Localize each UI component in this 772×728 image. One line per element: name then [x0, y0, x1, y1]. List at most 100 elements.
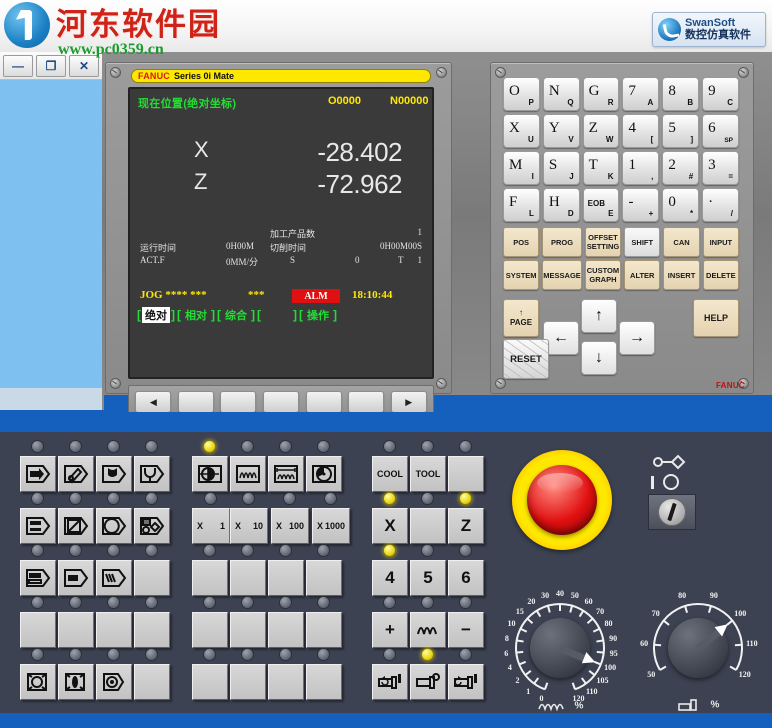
screen-softkey-absolute[interactable]: [绝对]	[136, 307, 176, 323]
mdi-fkey-offset[interactable]: OFFSET SETTING	[584, 227, 622, 257]
softkey-next-button[interactable]: ▶	[390, 391, 427, 413]
cnc-screen[interactable]: 现在位置(绝对坐标) O0000 N00000 X -28.402 Z -72.…	[128, 87, 434, 379]
axis-x-button[interactable]: X	[372, 508, 408, 544]
jog-rapid[interactable]	[192, 456, 228, 492]
minus-button[interactable]: −	[448, 612, 484, 648]
mdi-key-2[interactable]: 2 #	[662, 151, 700, 185]
mode-mdi[interactable]	[96, 456, 132, 492]
spindle-cw-button[interactable]	[448, 664, 484, 700]
mult-x10[interactable]: X 10	[230, 508, 268, 544]
mode-handle[interactable]	[134, 508, 170, 544]
mdi-key-eob[interactable]: EOB E	[582, 188, 620, 222]
panel-blank-r3c2[interactable]	[230, 560, 266, 596]
spindle-override-dial[interactable]: 50 60 70 80 90 100 110 120%	[638, 588, 758, 711]
program-protect-keyswitch[interactable]	[648, 452, 696, 534]
softkey-5-button[interactable]	[348, 391, 385, 413]
mdi-key--[interactable]: - +	[622, 188, 660, 222]
jog-step[interactable]	[268, 456, 304, 492]
minimize-button[interactable]: —	[3, 54, 33, 77]
mode-block-skip[interactable]	[58, 560, 94, 596]
feedrate-override-dial[interactable]: 0 1 2 4 6 8 10 15 20 30 40 50 60 70 80 90 95 100 105 110 120…	[500, 588, 620, 712]
softkey-1-button[interactable]	[177, 391, 214, 413]
mdi-key-1[interactable]: 1,	[622, 151, 660, 185]
cursor-right-key[interactable]: →	[619, 321, 655, 355]
panel-blank-r4c3[interactable]	[268, 612, 304, 648]
plus-button[interactable]: +	[372, 612, 408, 648]
mode-single[interactable]	[20, 560, 56, 596]
jog-feed[interactable]	[230, 456, 266, 492]
panel-blank-r3c3[interactable]	[268, 560, 304, 596]
mdi-key-6[interactable]: 6 SP	[702, 114, 739, 148]
help-key[interactable]: HELP	[693, 299, 739, 337]
mdi-key-h[interactable]: HD	[542, 188, 580, 222]
aux-blank-1[interactable]	[448, 456, 484, 492]
mode-jog[interactable]	[58, 508, 94, 544]
mode-door[interactable]	[96, 664, 132, 700]
cool-button[interactable]: COOL	[372, 456, 408, 492]
panel-blank-r4c2[interactable]	[230, 612, 266, 648]
softkey-3-button[interactable]	[262, 391, 299, 413]
mdi-key-f[interactable]: FL	[503, 188, 540, 222]
mdi-key-t[interactable]: TK	[582, 151, 620, 185]
mdi-key-s[interactable]: SJ	[542, 151, 580, 185]
panel-blank-r5c1[interactable]	[192, 664, 228, 700]
mode-ref[interactable]	[20, 508, 56, 544]
mode-inc[interactable]	[96, 508, 132, 544]
mode-blank-4[interactable]	[96, 612, 132, 648]
screen-softkey-operate[interactable]: [操作]	[298, 307, 338, 323]
panel-blank-r3c1[interactable]	[192, 560, 228, 596]
mdi-fkey-system[interactable]: SYSTEM	[503, 260, 540, 290]
mdi-key-x[interactable]: XU	[503, 114, 540, 148]
mdi-key-dot[interactable]: · /	[702, 188, 739, 222]
mode-tailstock[interactable]	[58, 664, 94, 700]
mdi-fkey-input[interactable]: INPUT	[702, 227, 739, 257]
mdi-key-5[interactable]: 5]	[662, 114, 700, 148]
mdi-key-y[interactable]: YV	[542, 114, 580, 148]
mdi-fkey-insert[interactable]: INSERT	[663, 260, 700, 290]
mdi-key-m[interactable]: MI	[503, 151, 540, 185]
keyswitch-body[interactable]	[648, 494, 696, 530]
mdi-fkey-shift[interactable]: SHIFT	[624, 227, 661, 257]
mode-dry-run[interactable]	[96, 560, 132, 596]
softkey-4-button[interactable]	[305, 391, 342, 413]
mult-x100[interactable]: X 100	[271, 508, 309, 544]
mode-edit[interactable]	[20, 456, 56, 492]
mode-dnc[interactable]	[134, 456, 170, 492]
panel-blank-r5c4[interactable]	[306, 664, 342, 700]
mdi-key-o[interactable]: OP	[503, 77, 540, 111]
wave-button[interactable]	[410, 612, 446, 648]
cursor-down-key[interactable]: ↓	[581, 341, 617, 375]
num-4-button[interactable]: 4	[372, 560, 408, 596]
mdi-key-0[interactable]: 0 *	[662, 188, 700, 222]
screen-softkey-empty[interactable]: []	[256, 308, 298, 322]
mdi-fkey-can[interactable]: CAN	[663, 227, 700, 257]
softkey-prev-button[interactable]: ◀	[135, 391, 172, 413]
mdi-key-8[interactable]: 8B	[662, 77, 700, 111]
tool-button[interactable]: TOOL	[410, 456, 446, 492]
mdi-fkey-pos[interactable]: POS	[503, 227, 540, 257]
panel-blank-r4c1[interactable]	[192, 612, 228, 648]
softkey-2-button[interactable]	[220, 391, 257, 413]
emergency-stop-button[interactable]	[512, 450, 612, 550]
panel-blank-r4c4[interactable]	[306, 612, 342, 648]
mode-blank-1[interactable]	[134, 560, 170, 596]
mdi-key-z[interactable]: ZW	[582, 114, 620, 148]
screen-softkey-all[interactable]: [综合]	[216, 307, 256, 323]
spindle-ccw-button[interactable]	[372, 664, 408, 700]
page-up-key[interactable]: ↑ PAGE	[503, 299, 539, 337]
mult-x1000[interactable]: X 1000	[312, 508, 350, 544]
axis-z-button[interactable]: Z	[448, 508, 484, 544]
panel-blank-r3c4[interactable]	[306, 560, 342, 596]
cursor-up-key[interactable]: ↑	[581, 299, 617, 333]
mdi-fkey-delete[interactable]: DELETE	[702, 260, 739, 290]
mode-auto[interactable]	[58, 456, 94, 492]
mdi-key-4[interactable]: 4[	[622, 114, 660, 148]
panel-blank-r5c3[interactable]	[268, 664, 304, 700]
num-6-button[interactable]: 6	[448, 560, 484, 596]
mode-chuck[interactable]	[20, 664, 56, 700]
axis-blank[interactable]	[410, 508, 446, 544]
mdi-fkey-custom[interactable]: CUSTOM GRAPH	[584, 260, 622, 290]
mdi-key-g[interactable]: GR	[582, 77, 620, 111]
mdi-fkey-prog[interactable]: PROG	[542, 227, 582, 257]
mult-x1[interactable]: X1	[192, 508, 230, 544]
